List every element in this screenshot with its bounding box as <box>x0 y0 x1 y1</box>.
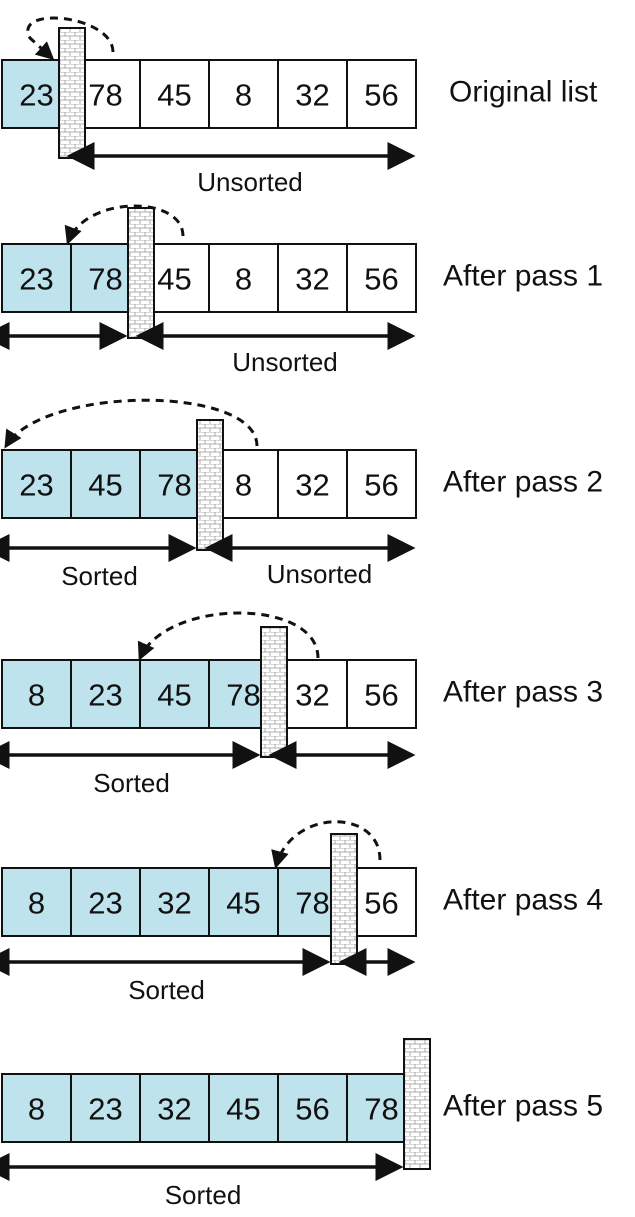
unsorted-caption: Unsorted <box>197 167 303 197</box>
cell-value: 56 <box>364 886 398 921</box>
list-row: 23 78 45 8 32 56 After pass 1 Unsorted <box>0 204 603 377</box>
sorted-caption: Sorted <box>61 561 138 591</box>
cell-value: 8 <box>28 1092 45 1127</box>
cell-value: 8 <box>28 886 45 921</box>
cell-value: 56 <box>364 678 398 713</box>
cell-value: 32 <box>295 468 329 503</box>
cell-value: 23 <box>88 1092 122 1127</box>
cell-value: 45 <box>226 1092 260 1127</box>
cell-value: 23 <box>19 262 53 297</box>
cell-value: 23 <box>19 78 53 113</box>
cell-value: 32 <box>295 678 329 713</box>
row-label: After pass 2 <box>443 466 603 499</box>
cell-value: 32 <box>295 262 329 297</box>
list-row: 8 23 45 78 32 56 After pass 3 Sorted <box>0 611 603 798</box>
sorted-caption: Sorted <box>165 1180 242 1210</box>
cell-value: 32 <box>157 886 191 921</box>
cell-value: 78 <box>88 78 122 113</box>
cell-value: 45 <box>157 262 191 297</box>
cell-value: 23 <box>19 468 53 503</box>
cell-value: 45 <box>157 678 191 713</box>
cell-value: 45 <box>88 468 122 503</box>
wall-divider <box>58 27 86 159</box>
wall-divider <box>196 419 224 551</box>
cell-value: 56 <box>364 468 398 503</box>
cell-value: 78 <box>226 678 260 713</box>
list-row: 8 23 32 45 56 78 After pass 5 Sorted <box>0 1038 603 1210</box>
insertion-sort-diagram: 23 78 45 8 32 56 Original list Unsorted 23 78 45 8 3… <box>0 16 603 1210</box>
wall-divider <box>330 833 358 965</box>
sorted-caption: Sorted <box>93 768 170 798</box>
row-label: After pass 3 <box>443 676 603 709</box>
unsorted-caption: Unsorted <box>232 347 338 377</box>
row-label: Original list <box>449 76 598 109</box>
cell-value: 8 <box>235 78 252 113</box>
wall-divider <box>260 626 288 758</box>
cell-value: 78 <box>157 468 191 503</box>
cell-value: 56 <box>364 262 398 297</box>
row-label: After pass 4 <box>443 884 603 917</box>
insert-move-arrow <box>137 611 320 661</box>
cell-value: 8 <box>235 262 252 297</box>
list-row: 23 78 45 8 32 56 Original list Unsorted <box>1 16 598 197</box>
cell-value: 78 <box>88 262 122 297</box>
cell-value: 56 <box>364 78 398 113</box>
row-label: After pass 5 <box>443 1090 603 1123</box>
cell-value: 78 <box>295 886 329 921</box>
unsorted-caption: Unsorted <box>267 559 373 589</box>
cell-value: 56 <box>295 1092 329 1127</box>
wall-divider <box>127 207 155 339</box>
wall-divider <box>403 1038 431 1170</box>
list-row: 8 23 32 45 78 56 After pass 4 Sorted <box>0 820 603 1005</box>
cell-value: 32 <box>295 78 329 113</box>
cell-value: 45 <box>157 78 191 113</box>
cell-value: 23 <box>88 678 122 713</box>
cell-value: 32 <box>157 1092 191 1127</box>
cell-value: 45 <box>226 886 260 921</box>
row-label: After pass 1 <box>443 260 603 293</box>
insert-move-arrow <box>64 204 185 245</box>
insert-move-arrow <box>271 820 382 869</box>
cell-value: 8 <box>28 678 45 713</box>
sorted-caption: Sorted <box>128 975 205 1005</box>
list-row: 23 45 78 8 32 56 After pass 2 Sorted Unsorted <box>0 398 603 591</box>
cell-value: 78 <box>364 1092 398 1127</box>
cell-value: 23 <box>88 886 122 921</box>
cell-value: 8 <box>235 468 252 503</box>
